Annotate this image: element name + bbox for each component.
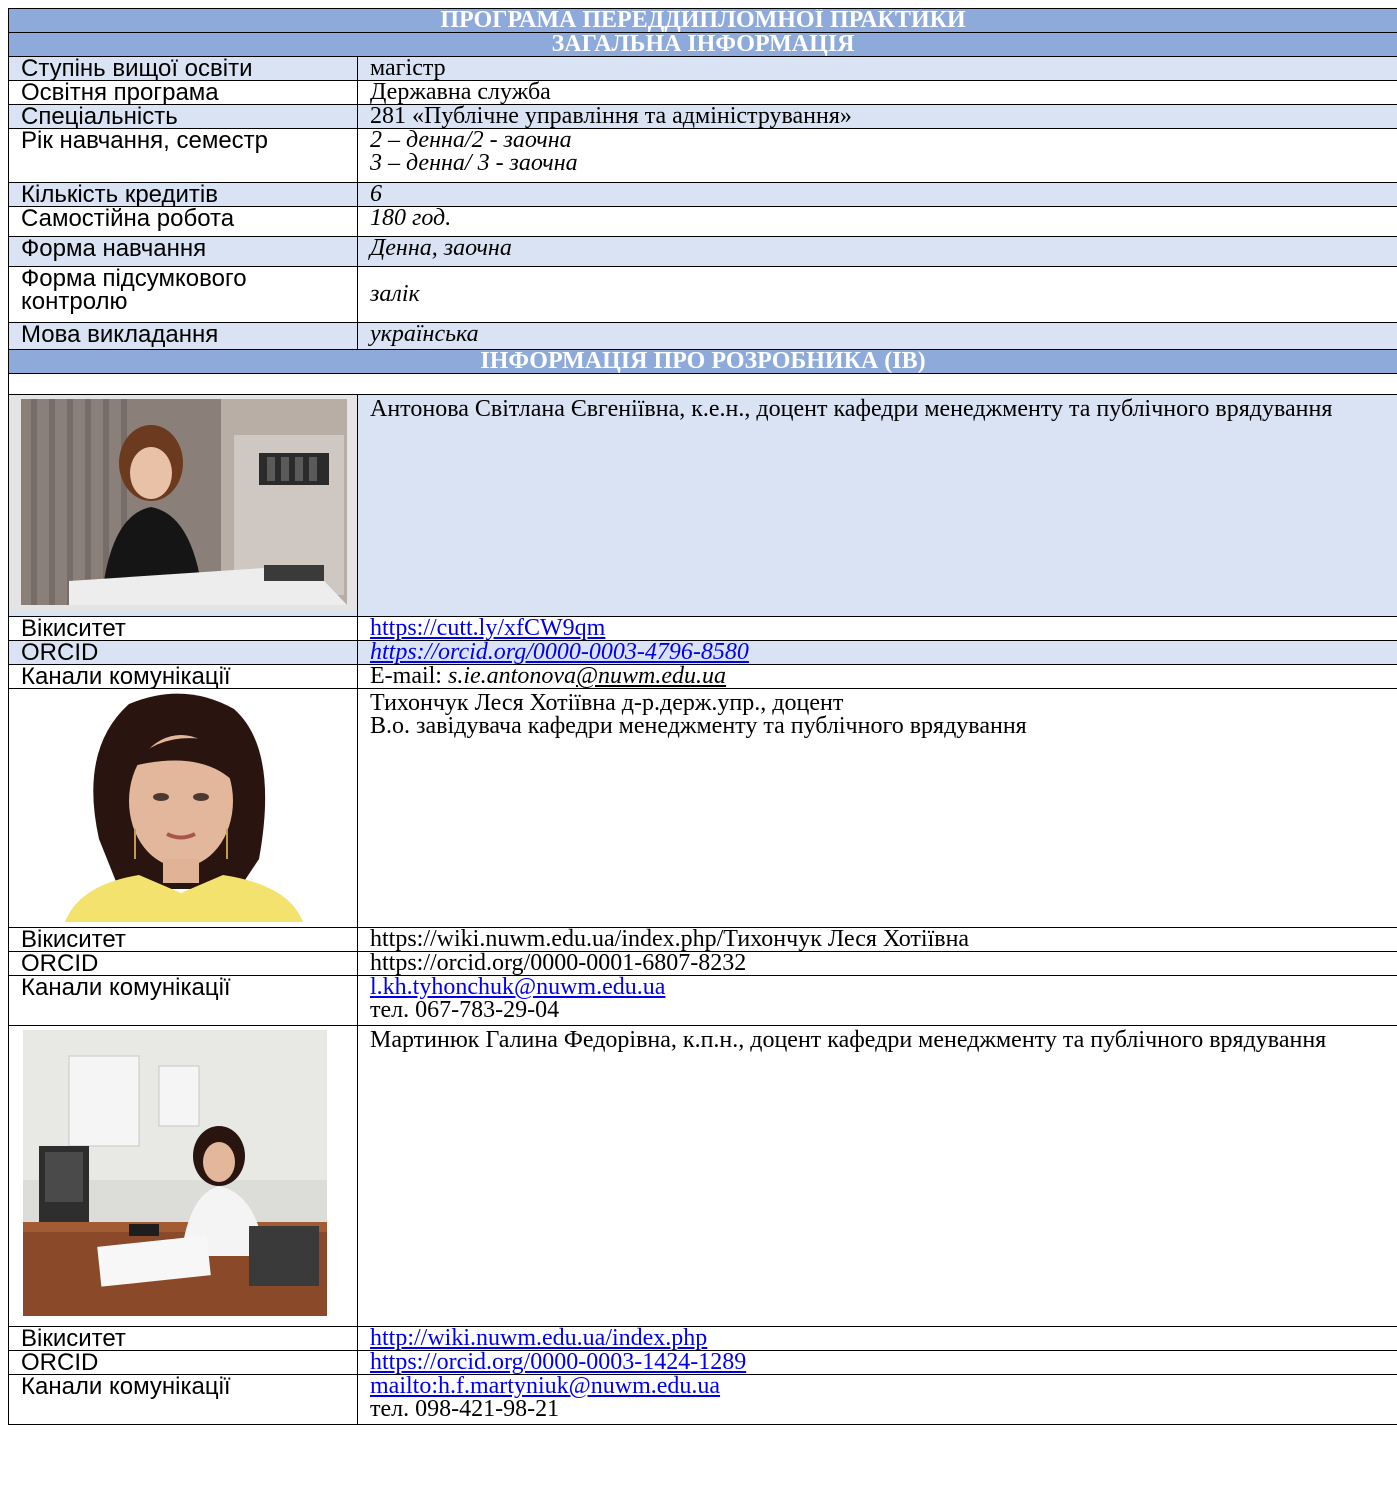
wiki-label: Вікиситет [8,927,358,952]
orcid-link-cell: https://orcid.org/0000-0003-4796-8580 [356,640,1397,665]
row-value-line: 2 – денна/2 - заочна [370,128,572,153]
developer-row: Мартинюк Галина Федорівна, к.п.н., доцен… [8,1025,1397,1327]
table-row: ORCID https://orcid.org/0000-0003-4796-8… [8,640,1397,665]
row-label: Форма підсумкового контролю [8,266,358,323]
phone-text: тел. 098-421-98-21 [370,1396,560,1422]
row-label: Самостійна робота [8,206,358,237]
table-row: Вікиситет https://cutt.ly/xfCW9qm [8,616,1397,641]
document-sheet: ПРОГРАМА ПЕРЕДДИПЛОМНОЇ ПРАКТИКИ ЗАГАЛЬН… [7,8,1397,1504]
table-row: ORCID https://orcid.org/0000-0003-1424-1… [8,1350,1397,1375]
developer-description: Антонова Світлана Євгеніївна, к.е.н., до… [356,394,1397,617]
phone-text: тел. 067-783-29-04 [370,997,560,1023]
wiki-link[interactable]: http://wiki.nuwm.edu.ua/index.php [370,1328,707,1350]
row-value: магістр [356,56,1397,81]
row-value-line: 3 – денна/ 3 - заочна [370,150,578,176]
program-title: ПРОГРАМА ПЕРЕДДИПЛОМНОЇ ПРАКТИКИ [7,8,1397,33]
developer-photo [9,1026,357,1321]
table-row: Форма навчання Денна, заочна [8,236,1397,267]
table-row: Ступінь вищої освіти магістр [8,56,1397,81]
row-value: Державна служба [356,80,1397,105]
table-row: Канали комунікації E-mail: s.ie.antonova… [8,664,1397,689]
table-row: Канали комунікації l.kh.tyhonchuk@nuwm.e… [8,975,1397,1026]
row-label-line: Форма підсумкового [21,266,247,292]
developer-info-header: ІНФОРМАЦІЯ ПРО РОЗРОБНИКА (ІВ) [7,349,1397,374]
table-row: Самостійна робота 180 год. [8,206,1397,237]
table-row: Освітня програма Державна служба [8,80,1397,105]
row-value: українська [356,322,1397,350]
contact-cell: l.kh.tyhonchuk@nuwm.edu.ua тел. 067-783-… [356,975,1397,1026]
developer-photo-cell [8,1025,358,1327]
general-info-header: ЗАГАЛЬНА ІНФОРМАЦІЯ [7,32,1397,57]
email-user: s.ie.antonova [447,664,576,689]
contact-label: Канали комунікації [8,1374,358,1425]
contact-cell: E-mail: s.ie.antonova@nuwm.edu.ua [356,664,1397,689]
wiki-label: Вікиситет [8,1326,358,1351]
table-row: ORCID https://orcid.org/0000-0001-6807-8… [8,951,1397,976]
developer-description: Тихончук Леся Хотіївна д-р.держ.упр., до… [356,688,1397,928]
email-domain-link[interactable]: @nuwm.edu.ua [576,666,726,688]
row-value: 6 [356,182,1397,207]
row-label-line: контролю [21,288,128,315]
orcid-value: https://orcid.org/0000-0001-6807-8232 [356,951,1397,976]
row-label: Рік навчання, семестр [8,128,358,183]
developer-description-text: Антонова Світлана Євгеніївна, к.е.н., до… [370,396,1333,422]
developer-name: Тихончук Леся Хотіївна д-р.держ.упр., до… [370,690,844,716]
row-label: Форма навчання [8,236,358,267]
wiki-link[interactable]: https://cutt.ly/xfCW9qm [370,618,605,640]
table-row: Канали комунікації mailto:h.f.martyniuk@… [8,1374,1397,1425]
developer-photo-cell [8,688,358,928]
table-row: Вікиситет https://wiki.nuwm.edu.ua/index… [8,927,1397,952]
wiki-link-cell: http://wiki.nuwm.edu.ua/index.php [356,1326,1397,1351]
developer-photo [9,395,357,611]
row-value: Денна, заочна [356,236,1397,267]
email-prefix: E-mail: [370,664,448,689]
row-value: 281 «Публічне управління та адмініструва… [356,104,1397,129]
email-link[interactable]: mailto:h.f.martyniuk@nuwm.edu.ua [370,1376,1385,1399]
orcid-link[interactable]: https://orcid.org/0000-0003-1424-1289 [370,1352,746,1374]
row-label: Освітня програма [8,80,358,105]
orcid-link-cell: https://orcid.org/0000-0003-1424-1289 [356,1350,1397,1375]
orcid-label: ORCID [8,951,358,976]
contact-cell: mailto:h.f.martyniuk@nuwm.edu.ua тел. 09… [356,1374,1397,1425]
wiki-label: Вікиситет [8,616,358,641]
table-row: Рік навчання, семестр 2 – денна/2 - заоч… [8,128,1397,183]
table-row: Форма підсумкового контролю залік [8,266,1397,323]
row-value: 2 – денна/2 - заочна 3 – денна/ 3 - заоч… [356,128,1397,183]
developer-row: Тихончук Леся Хотіївна д-р.держ.упр., до… [8,688,1397,928]
developer-role: В.о. завідувача кафедри менеджменту та п… [370,713,1027,739]
wiki-value: https://wiki.nuwm.edu.ua/index.php/Тихон… [356,927,1397,952]
developer-description: Мартинюк Галина Федорівна, к.п.н., доцен… [356,1025,1397,1327]
developer-description-text: Мартинюк Галина Федорівна, к.п.н., доцен… [370,1027,1327,1053]
empty-row [7,373,1397,395]
row-value: залік [356,266,1397,323]
row-value: 180 год. [356,206,1397,237]
table-row: Спеціальність 281 «Публічне управління т… [8,104,1397,129]
table-row: Мова викладання українська [8,322,1397,350]
program-table: ПРОГРАМА ПЕРЕДДИПЛОМНОЇ ПРАКТИКИ ЗАГАЛЬН… [7,8,1397,1425]
developer-photo [9,689,357,922]
row-label: Спеціальність [8,104,358,129]
email-link[interactable]: l.kh.tyhonchuk@nuwm.edu.ua [370,977,1385,1000]
developer-row: Антонова Світлана Євгеніївна, к.е.н., до… [8,394,1397,617]
row-label: Мова викладання [8,322,358,350]
orcid-link[interactable]: https://orcid.org/0000-0003-4796-8580 [370,642,749,664]
row-label: Ступінь вищої освіти [8,56,358,81]
contact-label: Канали комунікації [8,664,358,689]
orcid-label: ORCID [8,1350,358,1375]
table-row: Кількість кредитів 6 [8,182,1397,207]
row-label: Кількість кредитів [8,182,358,207]
orcid-label: ORCID [8,640,358,665]
wiki-link-cell: https://cutt.ly/xfCW9qm [356,616,1397,641]
contact-label: Канали комунікації [8,975,358,1026]
developer-photo-cell [8,394,358,617]
table-row: Вікиситет http://wiki.nuwm.edu.ua/index.… [8,1326,1397,1351]
